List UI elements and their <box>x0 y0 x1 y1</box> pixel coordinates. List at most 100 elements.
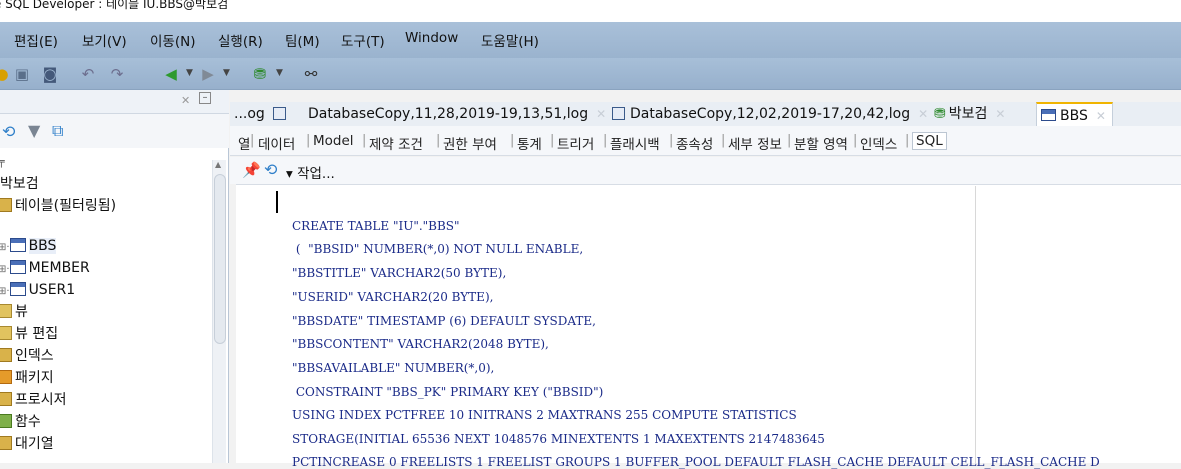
subtab-dependencies[interactable]: 종속성 <box>676 133 713 153</box>
subtab-constraints[interactable]: 제약 조건 <box>369 133 423 153</box>
filter-icon[interactable]: ▼ <box>28 121 40 140</box>
package-folder-icon <box>0 370 12 384</box>
close-icon[interactable]: ✕ <box>596 107 606 121</box>
undo-icon[interactable]: ↶ <box>78 64 98 84</box>
open-icon[interactable]: ● <box>0 64 12 84</box>
subtab-sql[interactable]: SQL <box>912 132 947 150</box>
subtab-flashback[interactable]: 플래시백 <box>610 133 660 153</box>
scroll-thumb[interactable] <box>214 174 226 344</box>
subtab-separator: | <box>250 133 255 148</box>
main-toolbar: ● ▣ ◙ ↶ ↷ ◀ ▼ ▶ ▼ ⛃ ▼ ⚯ <box>0 58 1181 90</box>
menu-edit[interactable]: 편집(E) <box>14 30 58 50</box>
tab-bbs[interactable]: BBS ✕ <box>1036 102 1113 126</box>
sql-worksheet-icon: ⛃ <box>934 106 946 122</box>
tree-item-label: 인덱스 <box>15 348 54 364</box>
tree-item-label: 테이블(필터링됨) <box>15 198 117 214</box>
tab-log-2[interactable]: DatabaseCopy,12,02,2019-17,20,42,log ✕ <box>612 102 928 126</box>
subtab-separator: | <box>853 133 858 148</box>
save-icon[interactable]: ▣ <box>12 64 32 84</box>
subtab-partitions[interactable]: 분할 영역 <box>794 133 848 153</box>
connections-toolbar: ⟲ ▼ ⧉ <box>0 114 229 148</box>
subtab-separator: | <box>787 133 792 148</box>
tree-item-user1[interactable]: ⊞· USER1 <box>0 280 75 300</box>
schema-browser-icon[interactable]: ⧉ <box>52 121 63 141</box>
tree-item-tables[interactable]: 테이블(필터링됨) <box>0 196 116 216</box>
refresh-icon[interactable]: ⟲ <box>2 122 15 141</box>
menu-navigate[interactable]: 이동(N) <box>150 30 195 50</box>
tree-item-editioning-views[interactable]: 뷰 편집 <box>0 324 58 344</box>
editor-tabs: ...og DatabaseCopy,11,28,2019-19,13,51,l… <box>230 102 1181 126</box>
tab-label: DatabaseCopy,11,28,2019-19,13,51,log <box>308 106 589 122</box>
code-line: CONSTRAINT "BBS_PK" PRIMARY KEY ("BBSID"… <box>292 385 604 399</box>
redo-icon[interactable]: ↷ <box>107 64 127 84</box>
right-margin-line <box>975 186 976 463</box>
window-title: cle SQL Developer : 테이블 IU.BBS@박보검 <box>0 0 229 11</box>
sql-worksheet-icon[interactable]: ⛃ <box>250 64 270 84</box>
tab-log-partial[interactable]: ...og <box>234 102 287 126</box>
save-all-icon[interactable]: ◙ <box>40 64 60 84</box>
code-line: "BBSTITLE" VARCHAR2(50 BYTE), <box>292 266 507 280</box>
close-icon[interactable]: ✕ <box>1096 109 1106 123</box>
tree-scrollbar[interactable]: ▲ <box>212 160 226 463</box>
minimize-icon[interactable]: – <box>199 92 211 104</box>
tab-label: BBS <box>1060 108 1088 124</box>
subtab-columns[interactable]: 열 <box>238 133 250 153</box>
menu-tools[interactable]: 도구(T) <box>341 30 385 50</box>
window-title-bar: cle SQL Developer : 테이블 IU.BBS@박보검 <box>0 0 1181 22</box>
subtab-separator: | <box>603 133 608 148</box>
binoculars-icon[interactable]: ⚯ <box>301 64 321 84</box>
subtab-triggers[interactable]: 트리거 <box>557 133 594 153</box>
subtab-model[interactable]: Model <box>313 133 354 149</box>
refresh-icon[interactable]: ⟲ <box>264 160 277 179</box>
subtab-details[interactable]: 세부 정보 <box>728 133 782 153</box>
tree-item-indexes[interactable]: 인덱스 <box>0 346 54 366</box>
subtab-statistics[interactable]: 통계 <box>517 133 542 153</box>
code-line: CREATE TABLE "IU"."BBS" <box>292 219 460 233</box>
tab-label: 박보검 <box>948 106 988 122</box>
tab-log-1[interactable]: DatabaseCopy,11,28,2019-19,13,51,log ✕ <box>308 102 606 126</box>
index-folder-icon <box>0 348 12 362</box>
tree-item-member[interactable]: ⊞· MEMBER <box>0 258 90 278</box>
tree-item-label: 함수 <box>15 414 41 430</box>
table-icon <box>9 238 26 252</box>
menu-help[interactable]: 도움말(H) <box>481 30 539 50</box>
close-icon[interactable]: ✕ <box>181 94 190 107</box>
tab-connection[interactable]: ⛃ 박보검 ✕ <box>934 102 1005 126</box>
tree-item-label: 프로시저 <box>15 392 67 408</box>
subtab-data[interactable]: 데이터 <box>258 133 295 153</box>
subtab-separator: | <box>362 133 367 148</box>
menu-team[interactable]: 팀(M) <box>285 30 320 50</box>
tree-item-bbs[interactable]: ⊞· BBS <box>0 236 57 256</box>
table-icon <box>9 282 26 296</box>
subtab-indexes[interactable]: 인덱스 <box>860 133 897 153</box>
forward-dropdown-icon[interactable]: ▼ <box>223 68 230 78</box>
connections-panel: ✕ – ⟲ ▼ ⧉ ╤ 박보검 테이블(필터링됨) ⊞· BBS ⊞· MEMBER… <box>0 90 229 463</box>
tree-item-packages[interactable]: 패키지 <box>0 368 54 388</box>
subtab-separator: | <box>306 133 311 148</box>
back-icon[interactable]: ◀ <box>161 64 181 84</box>
tree-connection[interactable]: 박보검 <box>0 174 39 194</box>
tree-item-views[interactable]: 뷰 <box>0 302 28 322</box>
worksheet-dropdown-icon[interactable]: ▼ <box>276 68 283 78</box>
function-folder-icon <box>0 414 12 428</box>
menu-window[interactable]: Window <box>405 30 458 46</box>
close-icon[interactable]: ✕ <box>918 107 928 121</box>
back-dropdown-icon[interactable]: ▼ <box>186 68 193 78</box>
tree-item-functions[interactable]: 함수 <box>0 412 41 432</box>
scroll-up-icon[interactable]: ▲ <box>215 160 221 169</box>
close-icon[interactable]: ✕ <box>995 107 1005 121</box>
tree-item-queues[interactable]: 대기열 <box>0 434 54 454</box>
subtab-grants[interactable]: 권한 부여 <box>443 133 497 153</box>
object-subtabs: 열 데이터 Model 제약 조건 권한 부여 통계 트리거 플래시백 종속성 … <box>230 126 1181 156</box>
code-line: "BBSCONTENT" VARCHAR2(2048 BYTE), <box>292 337 549 351</box>
menu-bar: 편집(E) 보기(V) 이동(N) 실행(R) 팀(M) 도구(T) Windo… <box>0 22 1181 58</box>
pin-icon[interactable]: 📌 <box>242 161 261 179</box>
view-folder-icon <box>0 304 12 318</box>
menu-view[interactable]: 보기(V) <box>82 30 127 50</box>
actions-dropdown[interactable]: ▾ 작업... <box>286 162 335 182</box>
code-line: "USERID" VARCHAR2(20 BYTE), <box>292 290 494 304</box>
table-icon <box>9 260 26 274</box>
tree-item-procedures[interactable]: 프로시저 <box>0 390 67 410</box>
forward-icon[interactable]: ▶ <box>198 64 218 84</box>
menu-run[interactable]: 실행(R) <box>218 30 263 50</box>
